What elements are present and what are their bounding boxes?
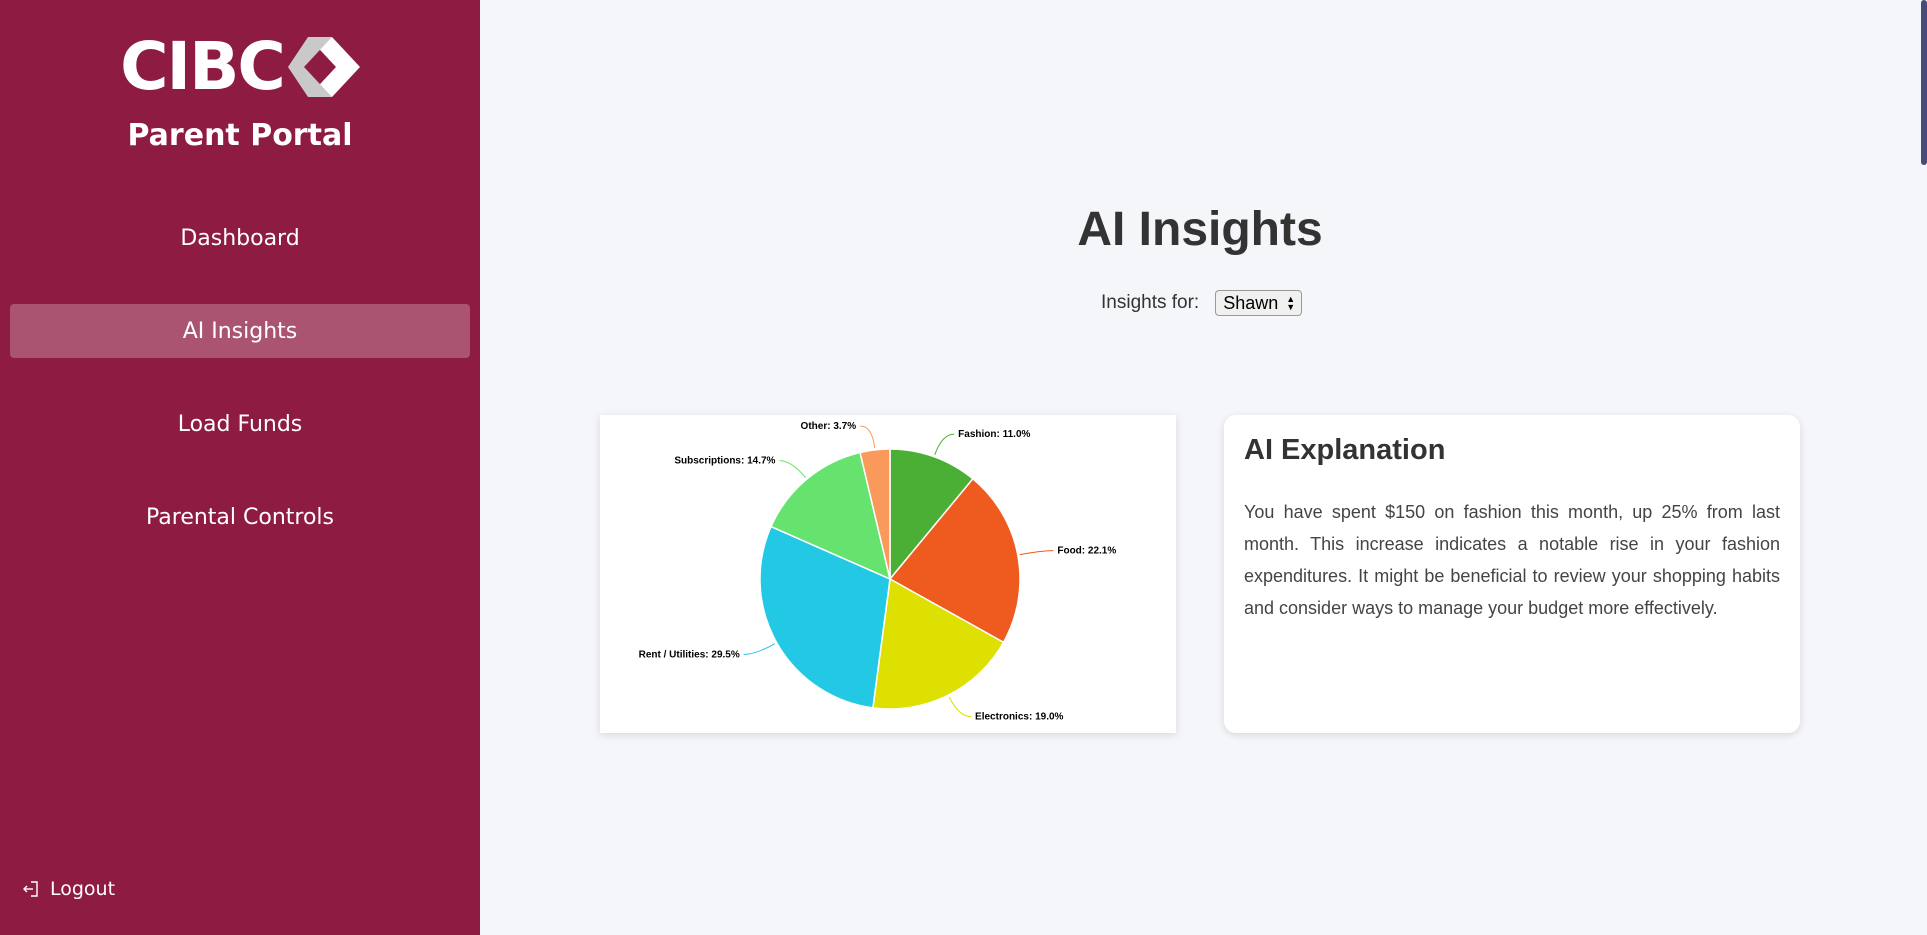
sidebar-item-ai-insights[interactable]: AI Insights <box>10 304 470 358</box>
sidebar-item-load-funds[interactable]: Load Funds <box>10 397 470 451</box>
logout-label: Logout <box>50 878 116 900</box>
page-title: AI Insights <box>1077 203 1323 256</box>
child-select-value: Shawn <box>1223 292 1279 313</box>
pie-leader-line <box>743 643 776 655</box>
pie-label: Subscriptions: 14.7% <box>674 456 775 467</box>
pie-label: Other: 3.7% <box>801 421 857 432</box>
insights-for-label: Insights for: <box>1101 292 1200 313</box>
ai-explanation-card: AI Explanation You have spent $150 on fa… <box>1224 415 1800 733</box>
sidebar-item-parental-controls[interactable]: Parental Controls <box>10 490 470 544</box>
scrollbar-thumb[interactable] <box>1921 0 1927 165</box>
pie-leader-line <box>779 460 806 478</box>
pie-leader-line <box>860 425 876 448</box>
cibc-chevron-icon <box>287 37 360 97</box>
logout-icon <box>23 881 38 897</box>
explanation-title: AI Explanation <box>1244 434 1446 466</box>
pie-leader-line <box>1019 550 1054 556</box>
pie-label: Food: 22.1% <box>1057 546 1116 557</box>
sidebar: CIBC Parent Portal Dashboard AI Insights… <box>0 0 480 935</box>
spending-chart-card: Fashion: 11.0% Food: 22.1% Electronics: 19… <box>600 415 1176 733</box>
sidebar-item-dashboard[interactable]: Dashboard <box>10 211 470 265</box>
insights-for-row: Insights for: Shawn ▲ ▼ <box>1101 290 1303 316</box>
logout-button[interactable]: Logout <box>22 878 115 900</box>
child-select[interactable]: Shawn ▲ ▼ <box>1215 290 1303 316</box>
pie-label: Rent / Utilities: 29.5% <box>639 649 740 660</box>
pie-leader-line <box>934 433 955 455</box>
explanation-body: You have spent $150 on fashion this mont… <box>1244 501 1780 618</box>
pie-leader-line <box>948 696 972 718</box>
portal-title: Parent Portal <box>127 118 353 153</box>
pie-label: Fashion: 11.0% <box>958 429 1030 440</box>
logo-wordmark: CIBC <box>120 28 286 105</box>
pie-label: Electronics: 19.0% <box>975 712 1063 723</box>
select-arrows-icon: ▲ ▼ <box>1286 294 1296 312</box>
cibc-logo[interactable]: CIBC <box>0 32 480 102</box>
spending-pie-chart: Fashion: 11.0% Food: 22.1% Electronics: 19… <box>639 421 1117 723</box>
